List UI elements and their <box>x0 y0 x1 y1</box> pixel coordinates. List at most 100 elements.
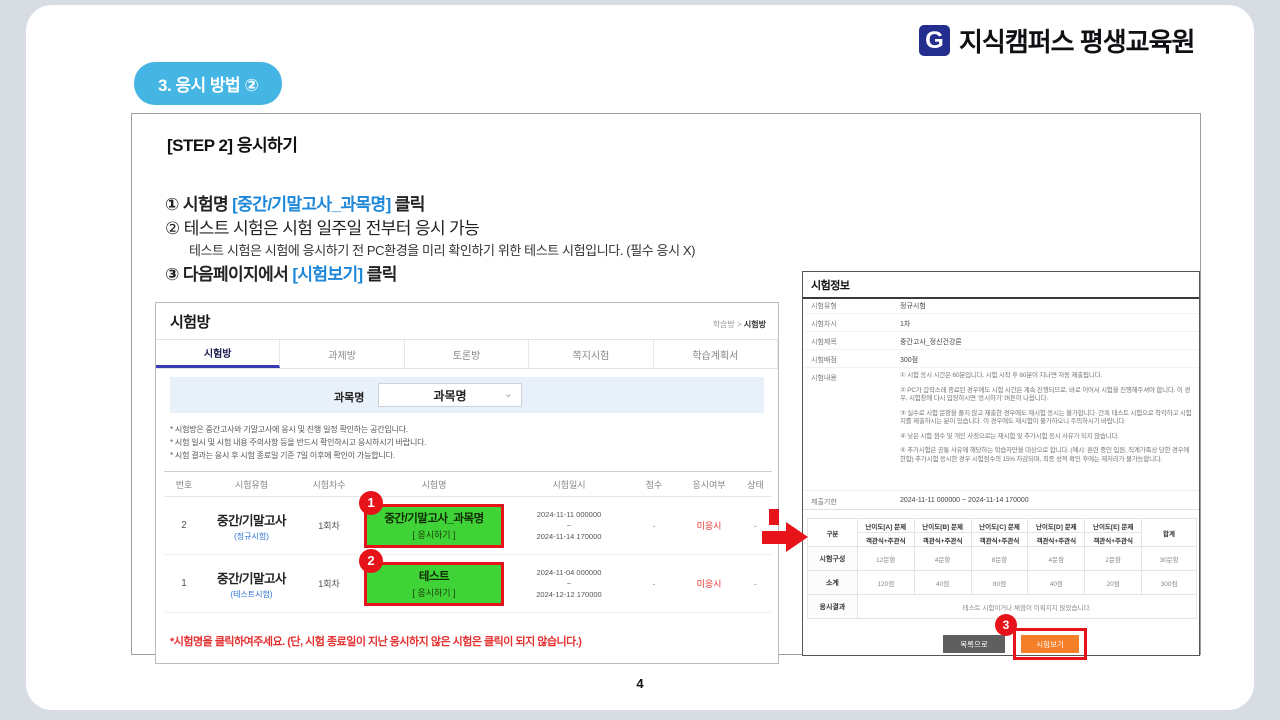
back-to-list-button[interactable]: 목록으로 <box>943 635 1005 653</box>
score-row-label: 시험구성 <box>808 547 858 571</box>
col-header-round: 시험차수 <box>299 478 359 491</box>
cell-status: - <box>739 579 772 589</box>
exam-type: 중간/기말고사 <box>204 510 299 529</box>
breadcrumb-parent[interactable]: 학습방 <box>713 320 735 329</box>
score-col-difficulty-e: 난이도[E] 문제 <box>1085 519 1142 533</box>
tab-quiz[interactable]: 쪽지시험 <box>529 340 653 368</box>
score-subheader: 객관식+주관식 <box>914 533 971 547</box>
content-item: ④ 낮은 시험 점수 및 개인 사정으로는 재시험 및 추가시험 응시 사유가 … <box>900 433 1192 442</box>
content-item: ③ 실수로 시험 문항을 풀지 않고 제출한 경우에도 재시험 응시는 불가합니… <box>900 410 1192 427</box>
table-row: 1 중간/기말고사 (테스트시험) 1회차 2 테스트 [ 응시하기 ] <box>164 555 772 613</box>
table-row: 2 중간/기말고사 (정규시험) 1회차 1 중간/기말고사_과목명 [ 응시하… <box>164 497 772 555</box>
score-subheader: 객관식+주관식 <box>1028 533 1085 547</box>
note-line: * 시험 일시 및 시험 내용 주의사항 등을 반드시 확인하시고 응시하시기 … <box>170 436 426 449</box>
date-start: 2024-11-04 000000 <box>509 567 629 578</box>
score-col-difficulty-a: 난이도[A] 문제 <box>857 519 914 533</box>
exam-name-button[interactable]: 1 중간/기말고사_과목명 [ 응시하기 ] <box>364 504 504 548</box>
cell-no: 2 <box>164 520 204 531</box>
field-value: 300점 <box>900 355 918 365</box>
exam-room-notes: * 시험방은 중간고사와 기말고사에 응시 및 진행 일정 확인하는 공간입니다… <box>170 423 426 462</box>
score-cell: 4문항 <box>1028 547 1085 571</box>
score-col-difficulty-d: 난이도[D] 문제 <box>1028 519 1085 533</box>
instruction-1-highlight: [중간/기말고사_과목명] <box>232 195 390 214</box>
step-3-badge: 3 <box>995 614 1017 636</box>
score-row-label: 소계 <box>808 571 858 595</box>
instruction-3: ③ 다음페이지에서 [시험보기] 클릭 <box>165 260 397 285</box>
deadline-label: 제출기한 <box>811 497 837 507</box>
cell-round: 1회차 <box>299 577 359 590</box>
score-cell: 40점 <box>914 571 971 595</box>
content-item: ① 시험 응시 시간은 60분입니다. 시험 시작 후 60분이 지나면 자동 … <box>900 372 1192 381</box>
score-cell: 8문항 <box>971 547 1028 571</box>
page-number: 4 <box>0 676 1280 691</box>
exam-content-notes: ① 시험 응시 시간은 60분입니다. 시험 시작 후 60분이 지나면 자동 … <box>900 372 1192 470</box>
date-separator: ~ <box>509 520 629 531</box>
col-header-name: 시험명 <box>359 478 509 491</box>
tab-study-plan[interactable]: 학습계획서 <box>654 340 778 368</box>
logo: G 지식캠퍼스 평생교육원 <box>919 22 1194 59</box>
step-title: [STEP 2] 응시하기 <box>167 131 297 156</box>
tab-bar: 시험방 과제방 토론방 쪽지시험 학습계획서 <box>156 339 778 369</box>
score-cell-total: 300점 <box>1142 571 1197 595</box>
tab-assignment-room[interactable]: 과제방 <box>280 340 404 368</box>
test-exam-button[interactable]: 2 테스트 [ 응시하기 ] <box>364 562 504 606</box>
instruction-3-number: ③ <box>165 265 179 284</box>
chevron-down-icon: ⌄ <box>504 387 513 400</box>
field-value: 1차 <box>900 319 910 329</box>
exam-type: 중간/기말고사 <box>204 568 299 587</box>
cell-no: 1 <box>164 578 204 589</box>
field-deadline: 제출기한 2024-11-11 000000 ~ 2024-11-14 1700… <box>803 490 1199 510</box>
note-line: * 시험방은 중간고사와 기말고사에 응시 및 진행 일정 확인하는 공간입니다… <box>170 423 426 436</box>
breadcrumb-separator: > <box>735 320 744 329</box>
col-header-type: 시험유형 <box>204 478 299 491</box>
col-header-no: 번호 <box>164 478 204 491</box>
exam-name-label: 테스트 <box>419 568 449 584</box>
slide-page: G 지식캠퍼스 평생교육원 3. 응시 방법 ② [STEP 2] 응시하기 ①… <box>0 0 1280 720</box>
step-2-badge: 2 <box>359 549 383 573</box>
exam-name-label: 중간/기말고사_과목명 <box>384 510 483 526</box>
cell-type: 중간/기말고사 (정규시험) <box>204 510 299 542</box>
field-value: 정규시험 <box>900 301 926 311</box>
field-label: 시험제목 <box>811 337 837 347</box>
col-header-attempt: 응시여부 <box>679 478 739 491</box>
tab-discussion-room[interactable]: 토론방 <box>405 340 529 368</box>
cell-exam-name: 2 테스트 [ 응시하기 ] <box>359 562 509 606</box>
exam-table: 번호 시험유형 시험차수 시험명 시험일시 점수 응시여부 상태 2 중간/기말… <box>164 471 772 613</box>
score-col-group: 구분 <box>808 519 858 547</box>
cell-score: - <box>629 521 679 531</box>
score-col-difficulty-c: 난이도[C] 문제 <box>971 519 1028 533</box>
score-cell: 12문항 <box>857 547 914 571</box>
date-separator: ~ <box>509 578 629 589</box>
score-table: 구분 난이도[A] 문제 난이도[B] 문제 난이도[C] 문제 난이도[D] … <box>807 518 1197 619</box>
exam-room-title: 시험방 <box>170 311 210 332</box>
score-row-label: 응시결과 <box>808 595 858 619</box>
exam-room-screenshot: 시험방 학습방 > 시험방 시험방 과제방 토론방 쪽지시험 학습계획서 과목명… <box>155 302 779 664</box>
note-line: * 시험 결과는 응시 후 시험 종료일 기준 7일 이후에 확인이 가능합니다… <box>170 449 426 462</box>
exam-info-buttons: 목록으로 시험보기 3 <box>803 630 1199 656</box>
slide-card: G 지식캠퍼스 평생교육원 3. 응시 방법 ② [STEP 2] 응시하기 ①… <box>26 5 1254 710</box>
instruction-3-pre: 다음페이지에서 <box>183 265 292 284</box>
instruction-2-number: ② <box>165 219 180 238</box>
score-cell: 4문항 <box>914 547 971 571</box>
cell-attempt: 미응시 <box>679 577 739 590</box>
instruction-2: ② 테스트 시험은 시험 일주일 전부터 응시 가능 <box>165 214 479 239</box>
score-subheader: 객관식+주관식 <box>857 533 914 547</box>
take-exam-label: [ 응시하기 ] <box>412 586 455 599</box>
instruction-3-post: 클릭 <box>363 265 397 284</box>
breadcrumb-current: 시험방 <box>744 320 766 329</box>
date-end: 2024-11-14 170000 <box>509 531 629 542</box>
field-label: 시험배점 <box>811 355 837 365</box>
cell-date: 2024-11-11 000000 ~ 2024-11-14 170000 <box>509 509 629 542</box>
exam-info-screenshot: 시험정보 시험유형 정규시험 시험차시 1차 시험제목 중간고사_정신건강론 시… <box>802 271 1200 656</box>
col-header-score: 점수 <box>629 478 679 491</box>
breadcrumb: 학습방 > 시험방 <box>713 319 766 330</box>
col-header-date: 시험일시 <box>509 478 629 491</box>
instruction-1-pre: 시험명 <box>183 195 232 214</box>
col-header-status: 상태 <box>739 478 772 491</box>
step-1-badge: 1 <box>359 491 383 515</box>
field-label-exam-content: 시험내용 <box>811 373 837 383</box>
cell-date: 2024-11-04 000000 ~ 2024-12-12 170000 <box>509 567 629 600</box>
section-badge: 3. 응시 방법 ② <box>134 62 282 105</box>
subject-select[interactable]: 과목명⌄ <box>378 383 522 407</box>
tab-exam-room[interactable]: 시험방 <box>156 340 280 368</box>
